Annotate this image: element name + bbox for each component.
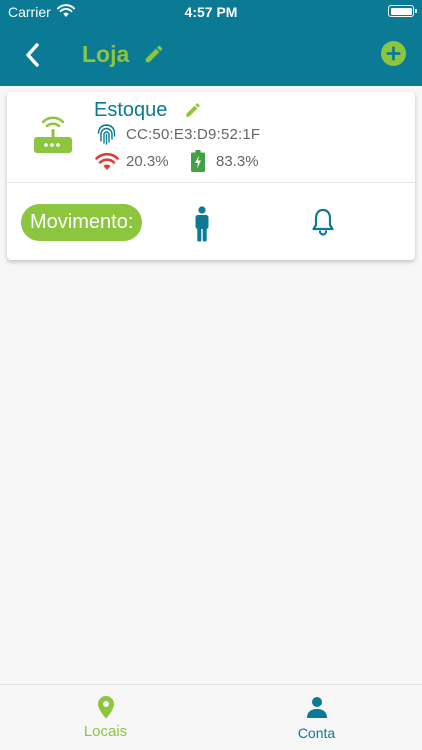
status-bar: Carrier 4:57 PM bbox=[0, 0, 422, 24]
pencil-icon[interactable] bbox=[184, 101, 202, 119]
battery-charging-icon bbox=[191, 150, 205, 172]
device-card[interactable]: Estoque CC:50:E3:D9:52:1F 20.3% 83.3% Mo… bbox=[7, 92, 415, 260]
person-standing-icon[interactable] bbox=[193, 206, 211, 242]
tab-locais[interactable]: Locais bbox=[0, 685, 211, 750]
fingerprint-icon bbox=[97, 124, 116, 145]
battery-level: 83.3% bbox=[216, 153, 259, 170]
battery-status-icon bbox=[388, 5, 417, 17]
device-name: Estoque bbox=[94, 99, 168, 121]
pencil-icon[interactable] bbox=[143, 43, 165, 65]
movement-badge: Movimento: bbox=[21, 204, 143, 241]
signal-strength: 20.3% bbox=[126, 153, 169, 170]
tab-conta[interactable]: Conta bbox=[211, 685, 422, 750]
mac-address: CC:50:E3:D9:52:1F bbox=[126, 126, 261, 143]
tab-bar: Locais Conta bbox=[0, 684, 422, 750]
nav-bar: Loja bbox=[0, 24, 422, 86]
clock: 4:57 PM bbox=[184, 4, 238, 20]
chevron-left-icon[interactable] bbox=[20, 40, 46, 70]
page-title: Loja bbox=[82, 41, 130, 67]
tab-label-conta: Conta bbox=[297, 725, 336, 741]
person-icon bbox=[306, 697, 327, 718]
bell-icon[interactable] bbox=[311, 208, 335, 236]
wifi-signal-icon bbox=[95, 153, 119, 170]
divider bbox=[7, 182, 415, 183]
tab-label-locais: Locais bbox=[83, 723, 128, 740]
router-icon bbox=[34, 116, 72, 153]
plus-circle-icon[interactable] bbox=[381, 41, 406, 66]
location-pin-icon bbox=[97, 696, 114, 719]
